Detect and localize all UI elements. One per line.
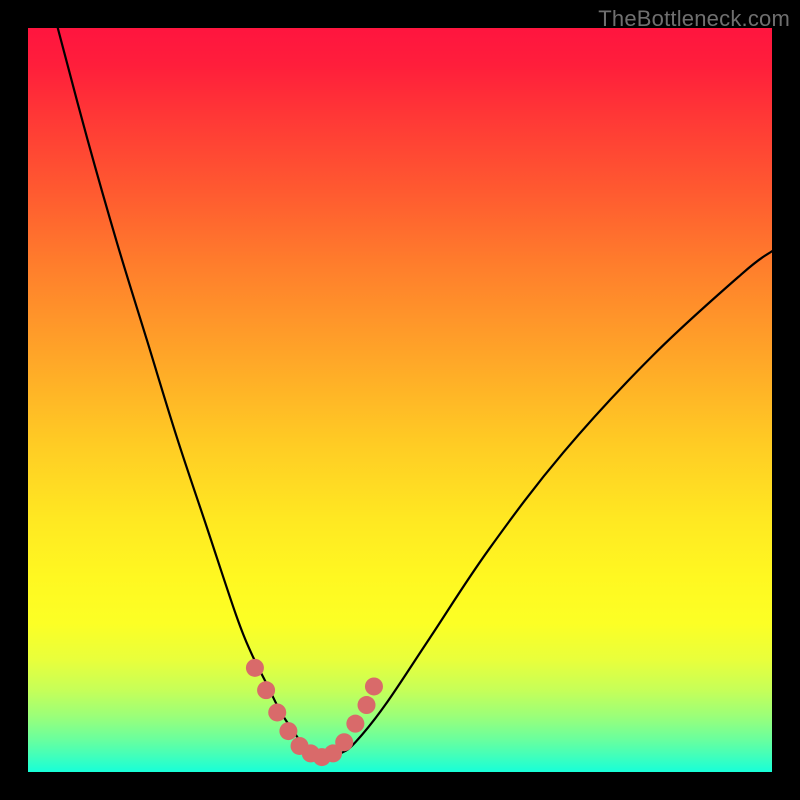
watermark-text: TheBottleneck.com	[598, 6, 790, 32]
highlight-dot	[268, 703, 286, 721]
bottleneck-curve-path	[58, 28, 772, 758]
highlight-dot	[279, 722, 297, 740]
highlight-dot	[246, 659, 264, 677]
highlight-dot	[358, 696, 376, 714]
chart-svg	[28, 28, 772, 772]
highlight-dot	[365, 677, 383, 695]
highlight-dots	[246, 659, 383, 766]
highlight-dot	[335, 733, 353, 751]
highlight-dot	[346, 715, 364, 733]
highlight-dot	[257, 681, 275, 699]
